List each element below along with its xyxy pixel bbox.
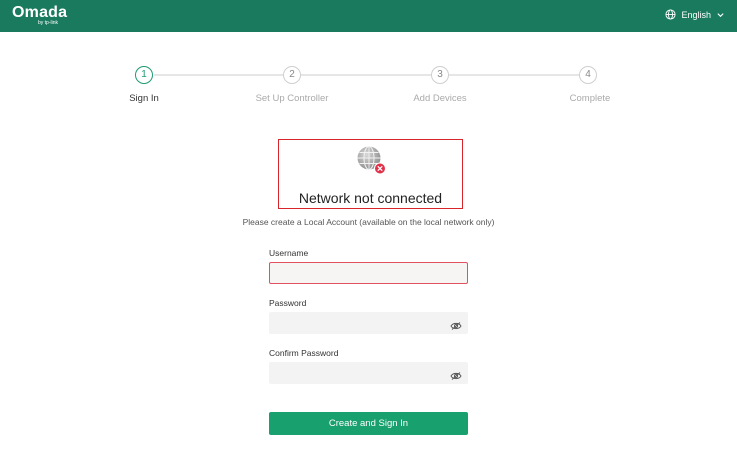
local-account-info: Please create a Local Account (available…: [242, 217, 495, 227]
password-label: Password: [269, 298, 307, 308]
step-1-circle: 1: [135, 66, 153, 84]
step-4-circle: 4: [579, 66, 597, 84]
username-label: Username: [269, 248, 309, 258]
step-3-label: Add Devices: [413, 93, 467, 104]
create-and-sign-in-button[interactable]: Create and Sign In: [269, 412, 468, 435]
step-2-label: Set Up Controller: [255, 93, 329, 104]
password-input[interactable]: [269, 312, 468, 334]
step-connector: [449, 74, 580, 76]
chevron-down-icon: [716, 10, 725, 19]
language-selector[interactable]: English: [665, 9, 725, 20]
step-1-label: Sign In: [129, 93, 159, 104]
network-status-text: Network not connected: [298, 190, 443, 206]
top-bar: Omada by tp-link English: [0, 0, 737, 32]
step-connector: [154, 74, 284, 76]
globe-icon: [665, 9, 677, 20]
omada-logo: Omada by tp-link: [12, 4, 68, 27]
step-2-circle: 2: [283, 66, 301, 84]
step-connector: [301, 74, 431, 76]
step-3-circle: 3: [431, 66, 449, 84]
eye-icon[interactable]: [450, 368, 462, 380]
language-label: English: [681, 9, 711, 20]
logo-subtext: by tp-link: [38, 20, 59, 26]
network-alert: Network not connected: [278, 139, 463, 209]
logo-text: Omada: [12, 4, 68, 21]
eye-icon[interactable]: [450, 318, 462, 330]
confirm-password-label: Confirm Password: [269, 348, 339, 358]
confirm-password-input[interactable]: [269, 362, 468, 384]
network-disconnected-icon: [356, 145, 386, 175]
step-4-label: Complete: [569, 93, 611, 104]
username-input[interactable]: [269, 262, 468, 284]
setup-stepper: 1 2 3 4 Sign In Set Up Controller Add De…: [0, 64, 737, 114]
